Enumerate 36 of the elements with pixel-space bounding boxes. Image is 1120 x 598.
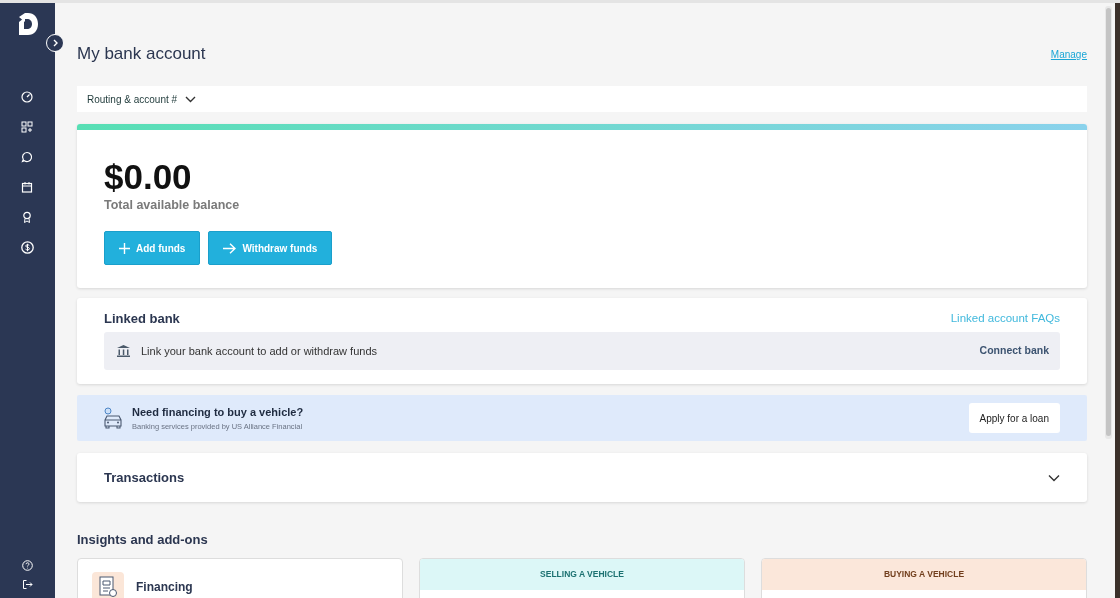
arrow-right-icon	[223, 242, 237, 254]
link-message: Link your bank account to add or withdraw funds	[141, 343, 378, 359]
balance-amount: $0.00	[104, 159, 192, 194]
dollar-icon[interactable]	[21, 241, 34, 254]
section-title: Insights and add-ons	[77, 532, 208, 547]
insight-card[interactable]: Financing	[77, 557, 403, 598]
plus-icon	[119, 242, 130, 254]
banner-title: Need financing to buy a vehicle?	[132, 405, 304, 421]
scrollbar[interactable]	[1105, 6, 1112, 439]
chevron-down-icon	[185, 95, 197, 103]
apps-icon[interactable]	[21, 121, 33, 133]
insight-card[interactable]: BUYING A VEHICLE	[761, 557, 1087, 598]
card-header: BUYING A VEHICLE	[762, 558, 1086, 590]
section-title: Transactions	[104, 468, 185, 487]
transactions-panel[interactable]: Transactions	[77, 453, 1087, 502]
account-selector[interactable]: Routing & account #	[77, 86, 1087, 112]
chevron-right-icon	[51, 39, 59, 47]
page-title: My bank account	[77, 43, 206, 65]
bank-icon	[116, 344, 131, 358]
connect-bank-button[interactable]: Connect bank	[979, 343, 1049, 359]
calendar-icon[interactable]	[21, 181, 33, 193]
award-icon[interactable]	[21, 211, 33, 223]
car-loan-icon	[103, 407, 123, 429]
section-title: Linked bank	[104, 310, 180, 329]
card-title: Financing	[136, 578, 193, 596]
help-icon[interactable]	[22, 560, 33, 571]
logout-icon[interactable]	[22, 579, 33, 590]
apply-loan-button[interactable]: Apply for a loan	[968, 403, 1060, 433]
expand-sidebar-button[interactable]	[46, 34, 64, 52]
card-header: SELLING A VEHICLE	[420, 558, 744, 590]
gauge-icon[interactable]	[21, 91, 33, 103]
logo-icon[interactable]	[16, 12, 39, 36]
insight-card[interactable]: SELLING A VEHICLE	[419, 557, 745, 598]
chat-icon[interactable]	[21, 151, 33, 163]
loan-document-icon	[92, 571, 124, 598]
balance-caption: Total available balance	[104, 197, 240, 212]
